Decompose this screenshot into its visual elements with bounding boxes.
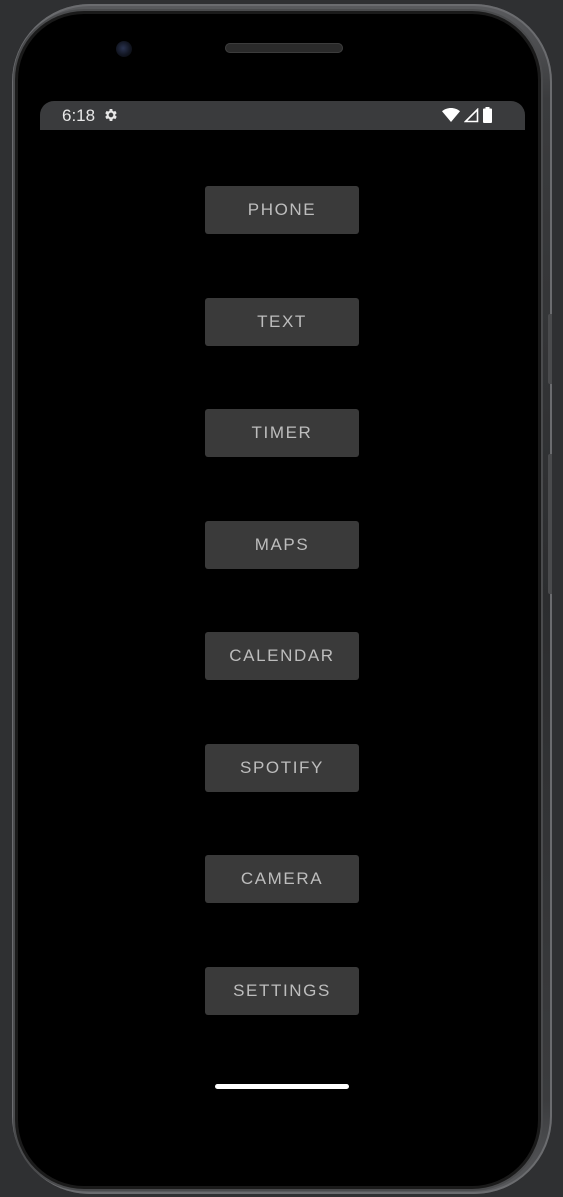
front-camera bbox=[116, 41, 132, 57]
phone-button[interactable]: PHONE bbox=[205, 186, 359, 234]
text-button[interactable]: TEXT bbox=[205, 298, 359, 346]
cellular-signal-icon bbox=[464, 107, 479, 122]
earpiece-speaker bbox=[225, 43, 343, 53]
volume-button bbox=[548, 454, 552, 594]
calendar-button[interactable]: CALENDAR bbox=[205, 632, 359, 680]
home-indicator[interactable] bbox=[215, 1084, 349, 1089]
status-icons bbox=[442, 107, 492, 123]
wifi-icon bbox=[442, 108, 460, 122]
battery-icon bbox=[483, 107, 492, 123]
timer-button[interactable]: TIMER bbox=[205, 409, 359, 457]
status-time: 6:18 bbox=[62, 106, 96, 125]
gear-icon bbox=[105, 109, 117, 121]
maps-button[interactable]: MAPS bbox=[205, 521, 359, 569]
spotify-button[interactable]: SPOTIFY bbox=[205, 744, 359, 792]
settings-button[interactable]: SETTINGS bbox=[205, 967, 359, 1015]
power-button bbox=[548, 314, 552, 384]
status-bar: 6:18 bbox=[40, 101, 525, 130]
camera-button[interactable]: CAMERA bbox=[205, 855, 359, 903]
app-screen: PHONE TEXT TIMER MAPS CALENDAR SPOTIFY C… bbox=[40, 130, 525, 1130]
